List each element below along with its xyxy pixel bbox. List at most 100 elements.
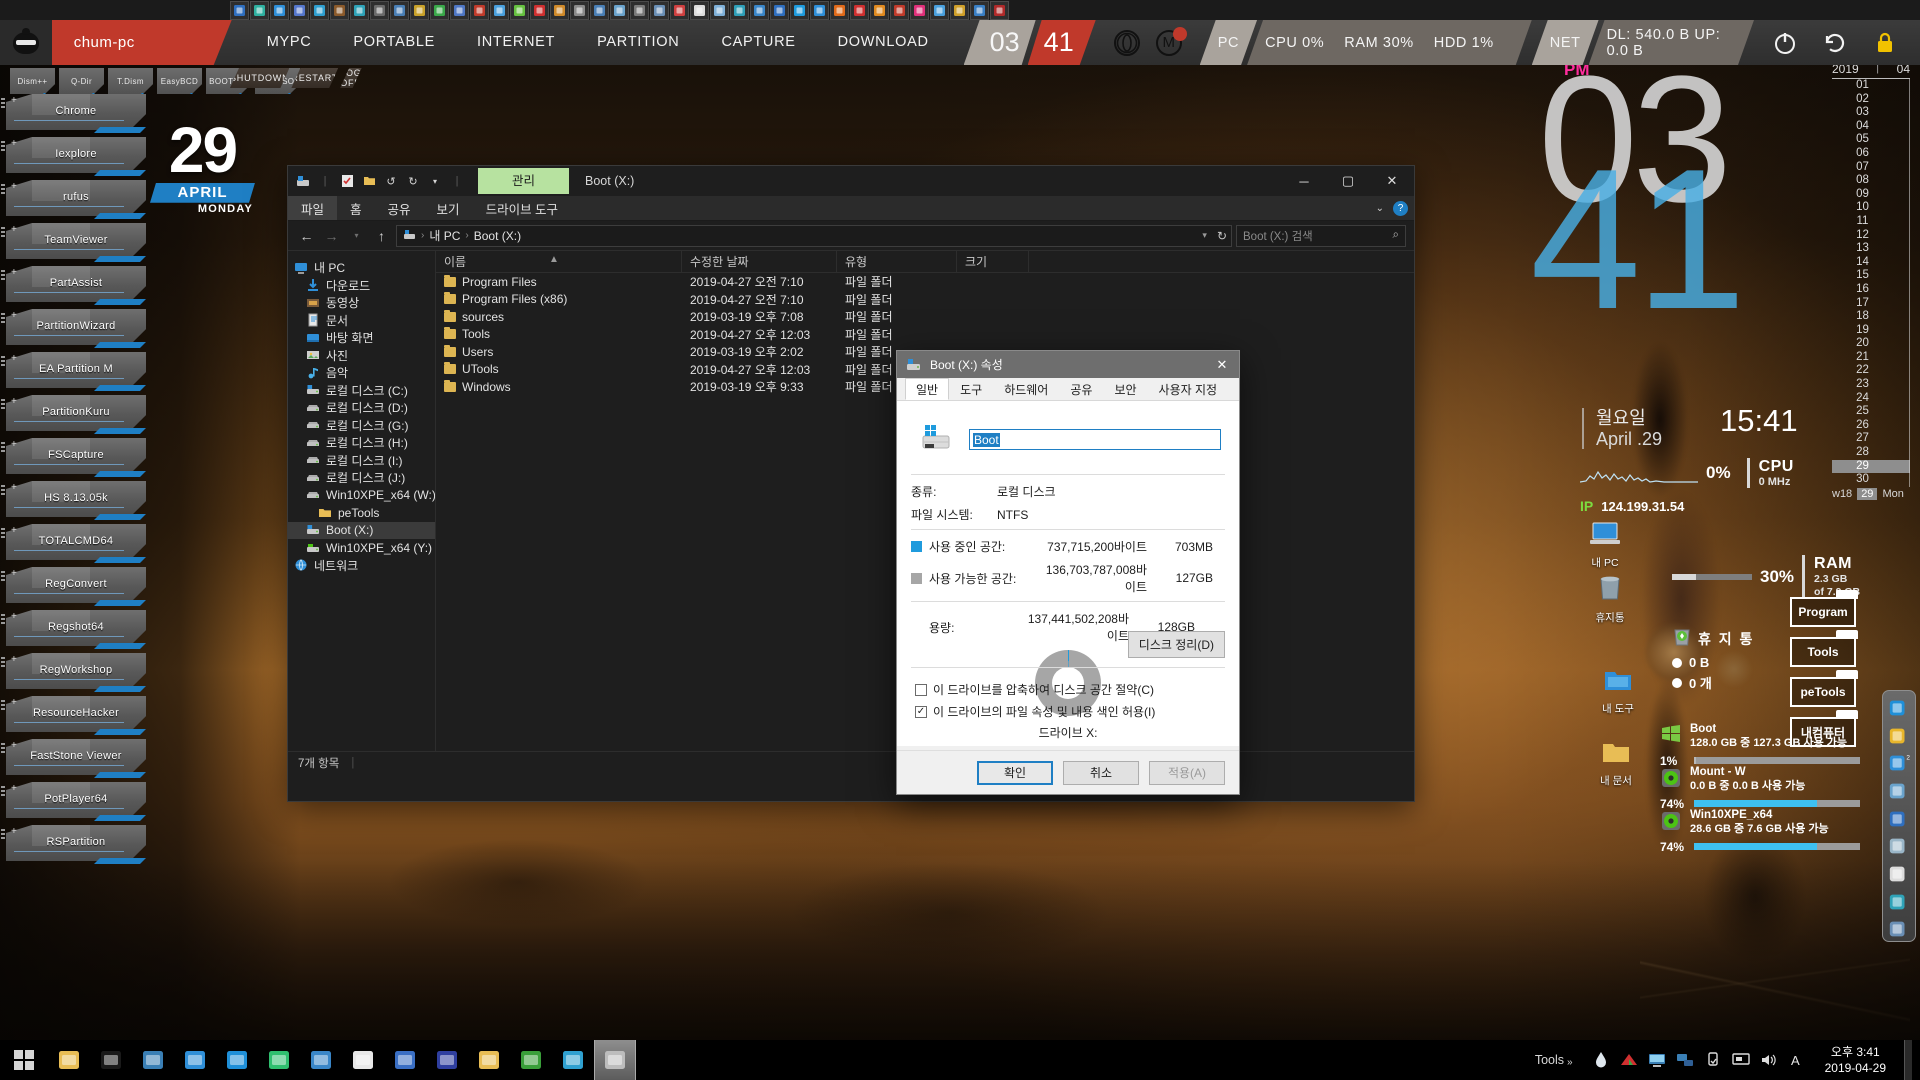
forward-icon[interactable]: → xyxy=(321,225,342,246)
customize-dropdown-icon[interactable]: ▾ xyxy=(426,172,444,190)
wrench-yellow-icon[interactable] xyxy=(410,0,429,20)
close-icon[interactable]: ✕ xyxy=(1370,166,1414,196)
month-day-04[interactable]: 04 xyxy=(1832,119,1910,134)
table-row[interactable]: Tools 2019-04-27 오후 12:03 파일 폴더 xyxy=(436,326,1414,344)
laptop-icon[interactable] xyxy=(1887,834,1911,858)
explorer-titlebar[interactable]: | ↺ ↻ ▾ | 관리 Boot (X:) ─ ▢ ✕ xyxy=(288,166,1414,196)
launcher-tab-dism-[interactable]: Dism++ xyxy=(10,68,55,94)
pc-segment[interactable]: PC xyxy=(1200,20,1257,65)
network-tool-icon[interactable] xyxy=(1887,917,1911,941)
tree-node-7[interactable]: 로컬 디스크 (C:) xyxy=(288,382,435,400)
top-menu-item-download[interactable]: DOWNLOAD xyxy=(817,20,950,65)
blue-screen-icon[interactable] xyxy=(1887,807,1911,831)
taskbar-item-display-settings-icon[interactable] xyxy=(300,1040,342,1080)
contextual-tab-manage[interactable]: 관리 xyxy=(478,168,570,194)
tree-node-0[interactable]: 내 PC xyxy=(288,259,435,277)
taskbar-item-floppy-save-icon[interactable] xyxy=(426,1040,468,1080)
tree-node-12[interactable]: 로컬 디스크 (J:) xyxy=(288,469,435,487)
scanner-icon[interactable] xyxy=(630,0,649,20)
month-day-08[interactable]: 08 xyxy=(1832,174,1910,188)
month-day-29[interactable]: 29 xyxy=(1832,459,1910,474)
month-day-15[interactable]: 15 xyxy=(1832,269,1910,283)
index-contents-checkbox[interactable]: ✓ 이 드라이브의 파일 속성 및 내용 색인 허용(I) xyxy=(915,703,1155,720)
recent-dropdown-icon[interactable]: ▾ xyxy=(346,225,367,246)
red-flag-icon[interactable] xyxy=(530,0,549,20)
taskbar-item-colorbars-icon[interactable] xyxy=(258,1040,300,1080)
properties-tab-5[interactable]: 사용자 지정 xyxy=(1148,378,1229,400)
launcher-grip[interactable] xyxy=(1,528,5,540)
month-day-09[interactable]: 09 xyxy=(1832,187,1910,202)
compress-drive-checkbox[interactable]: 이 드라이브를 압축하여 디스크 공간 절약(C) xyxy=(915,681,1154,698)
column-header-name[interactable]: 이름 ▲ xyxy=(436,250,682,273)
taskbar-item-install-green-icon[interactable] xyxy=(510,1040,552,1080)
delta-triangle-icon[interactable] xyxy=(250,0,269,20)
breadcrumb-mypc[interactable]: 내 PC xyxy=(429,227,460,244)
month-day-17[interactable]: 17 xyxy=(1832,296,1910,311)
top-menu-item-portable[interactable]: PORTABLE xyxy=(332,20,456,65)
network-icon[interactable] xyxy=(1675,1050,1695,1070)
launcher-grip[interactable] xyxy=(1,485,5,497)
properties-tab-3[interactable]: 공유 xyxy=(1059,378,1103,400)
monitor-icon[interactable] xyxy=(1647,1050,1667,1070)
launcher-grip[interactable] xyxy=(1,743,5,755)
up-icon[interactable]: ↑ xyxy=(371,225,392,246)
month-day-22[interactable]: 22 xyxy=(1832,364,1910,379)
launcher-button-resourcehacker[interactable]: + ResourceHacker xyxy=(1,696,146,732)
properties-tab-4[interactable]: 보안 xyxy=(1103,378,1147,400)
tree-node-9[interactable]: 로컬 디스크 (G:) xyxy=(288,417,435,435)
shortcut-tools[interactable]: Tools xyxy=(1790,630,1858,667)
launcher-button-fscapture[interactable]: + FSCapture xyxy=(1,438,146,474)
pencil-icon[interactable] xyxy=(570,0,589,20)
lock-icon[interactable] xyxy=(1872,30,1898,56)
taskbar-item-internet-explorer-icon[interactable] xyxy=(216,1040,258,1080)
power-tab-shutdown[interactable]: SHUTDOWN xyxy=(230,68,289,88)
launcher-grip[interactable] xyxy=(1,657,5,669)
m-circle-icon[interactable]: M xyxy=(1155,26,1187,56)
dialog-close-icon[interactable]: ✕ xyxy=(1205,351,1239,378)
month-day-30[interactable]: 30 xyxy=(1832,473,1910,487)
launcher-grip[interactable] xyxy=(1,829,5,841)
taskbar-item-blue-grid-icon[interactable] xyxy=(384,1040,426,1080)
tray-overflow-icon[interactable]: » xyxy=(1567,1057,1573,1068)
launcher-button-chrome[interactable]: + Chrome xyxy=(1,94,146,130)
power-icon[interactable] xyxy=(1772,30,1798,56)
launcher-grip[interactable] xyxy=(1,141,5,153)
launcher-grip[interactable] xyxy=(1,184,5,196)
floppy-save-icon[interactable] xyxy=(670,0,689,20)
launcher-button-regshot64[interactable]: + Regshot64 xyxy=(1,610,146,646)
internet-explorer-icon[interactable] xyxy=(810,0,829,20)
dialog-titlebar[interactable]: Boot (X:) 속성 ✕ xyxy=(897,351,1239,378)
launcher-grip[interactable] xyxy=(1,399,5,411)
letter-a-icon[interactable] xyxy=(290,0,309,20)
launcher-button-partitionkuru[interactable]: + PartitionKuru xyxy=(1,395,146,431)
desktop-icon-mypc[interactable]: 내 PC xyxy=(1577,520,1633,570)
orange-disc-icon[interactable] xyxy=(870,0,889,20)
green-usb-icon[interactable] xyxy=(510,0,529,20)
launcher-tab-q-dir[interactable]: Q-Dir xyxy=(59,68,104,94)
paint-bucket-icon[interactable] xyxy=(310,0,329,20)
red-frame-icon[interactable] xyxy=(850,0,869,20)
top-menu-item-partition[interactable]: PARTITION xyxy=(576,20,700,65)
table-row[interactable]: Program Files (x86) 2019-04-27 오전 7:10 파일 … xyxy=(436,291,1414,309)
properties-tab-2[interactable]: 하드웨어 xyxy=(993,378,1059,400)
month-day-01[interactable]: 01 xyxy=(1832,79,1910,93)
recycle-bin-icon[interactable] xyxy=(1672,625,1692,652)
tree-node-13[interactable]: Win10XPE_x64 (W:) xyxy=(288,487,435,505)
month-day-11[interactable]: 11 xyxy=(1832,214,1910,229)
orange-drum-icon[interactable] xyxy=(550,0,569,20)
table-row[interactable]: Program Files 2019-04-27 오전 7:10 파일 폴더 xyxy=(436,273,1414,291)
launcher-button-partassist[interactable]: + PartAssist xyxy=(1,266,146,302)
rs-logo-icon[interactable] xyxy=(990,0,1009,20)
ime-a-icon[interactable]: A xyxy=(1787,1050,1807,1070)
search-box[interactable]: Boot (X:) 검색 ⌕ xyxy=(1236,224,1406,247)
tree-node-1[interactable]: 다운로드 xyxy=(288,277,435,295)
launcher-tab-easybcd[interactable]: EasyBCD xyxy=(157,68,202,94)
launcher-grip[interactable] xyxy=(1,356,5,368)
month-day-10[interactable]: 10 xyxy=(1832,201,1910,215)
monitor-icon[interactable] xyxy=(370,0,389,20)
month-day-19[interactable]: 19 xyxy=(1832,323,1910,338)
tree-node-4[interactable]: 바탕 화면 xyxy=(288,329,435,347)
disk-cleanup-button[interactable]: 디스크 정리(D) xyxy=(1127,631,1225,658)
month-day-16[interactable]: 16 xyxy=(1832,282,1910,297)
launcher-button-rspartition[interactable]: + RSPartition xyxy=(1,825,146,861)
